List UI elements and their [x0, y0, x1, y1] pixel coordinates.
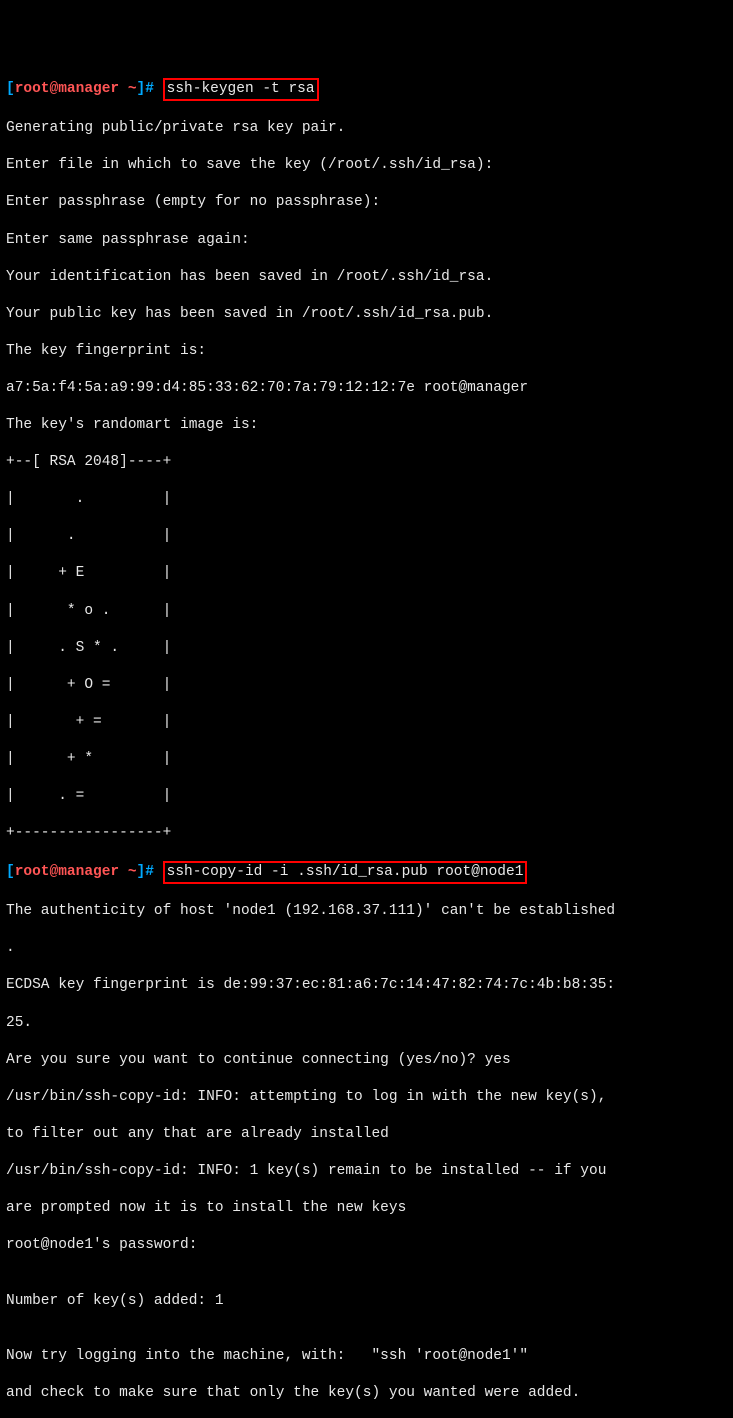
output-line: The key fingerprint is:: [6, 342, 727, 361]
output-line: /usr/bin/ssh-copy-id: INFO: attempting t…: [6, 1088, 727, 1107]
output-line: Now try logging into the machine, with: …: [6, 1347, 727, 1366]
output-line: Enter file in which to save the key (/ro…: [6, 156, 727, 175]
randomart-line: | . = |: [6, 787, 727, 806]
output-line: The authenticity of host 'node1 (192.168…: [6, 902, 727, 921]
output-line: Enter passphrase (empty for no passphras…: [6, 193, 727, 212]
prompt-bracket-close: ]#: [137, 864, 154, 880]
randomart-line: | + E |: [6, 564, 727, 583]
randomart-border: +--[ RSA 2048]----+: [6, 453, 727, 472]
output-line: /usr/bin/ssh-copy-id: INFO: 1 key(s) rem…: [6, 1162, 727, 1181]
output-fingerprint: ECDSA key fingerprint is de:99:37:ec:81:…: [6, 976, 727, 995]
randomart-line: | * o . |: [6, 602, 727, 621]
output-line: Are you sure you want to continue connec…: [6, 1051, 727, 1070]
output-line: Generating public/private rsa key pair.: [6, 119, 727, 138]
output-line: .: [6, 939, 727, 958]
prompt-user-host: root@manager ~: [15, 864, 137, 880]
output-fingerprint: a7:5a:f4:5a:a9:99:d4:85:33:62:70:7a:79:1…: [6, 379, 727, 398]
output-line: 25.: [6, 1014, 727, 1033]
randomart-line: | . |: [6, 490, 727, 509]
prompt-user-host: root@manager ~: [15, 81, 137, 97]
prompt-bracket-open: [: [6, 864, 15, 880]
output-line: are prompted now it is to install the ne…: [6, 1199, 727, 1218]
prompt-line-2[interactable]: [root@manager ~]# ssh-copy-id -i .ssh/id…: [6, 861, 727, 884]
output-line: and check to make sure that only the key…: [6, 1384, 727, 1403]
randomart-line: | . |: [6, 527, 727, 546]
prompt-bracket-close: ]#: [137, 81, 154, 97]
output-password-prompt: root@node1's password:: [6, 1236, 727, 1255]
randomart-border: +-----------------+: [6, 824, 727, 843]
output-line: Enter same passphrase again:: [6, 231, 727, 250]
prompt-line-1[interactable]: [root@manager ~]# ssh-keygen -t rsa: [6, 78, 727, 101]
output-line: Your public key has been saved in /root/…: [6, 305, 727, 324]
randomart-line: | . S * . |: [6, 639, 727, 658]
prompt-bracket-open: [: [6, 81, 15, 97]
randomart-line: | + * |: [6, 750, 727, 769]
output-line: Your identification has been saved in /r…: [6, 268, 727, 287]
randomart-line: | + = |: [6, 713, 727, 732]
output-line: The key's randomart image is:: [6, 416, 727, 435]
command-ssh-copy-id: ssh-copy-id -i .ssh/id_rsa.pub root@node…: [163, 861, 528, 884]
output-line: to filter out any that are already insta…: [6, 1125, 727, 1144]
output-line: Number of key(s) added: 1: [6, 1292, 727, 1311]
command-ssh-keygen: ssh-keygen -t rsa: [163, 78, 319, 101]
randomart-line: | + O = |: [6, 676, 727, 695]
